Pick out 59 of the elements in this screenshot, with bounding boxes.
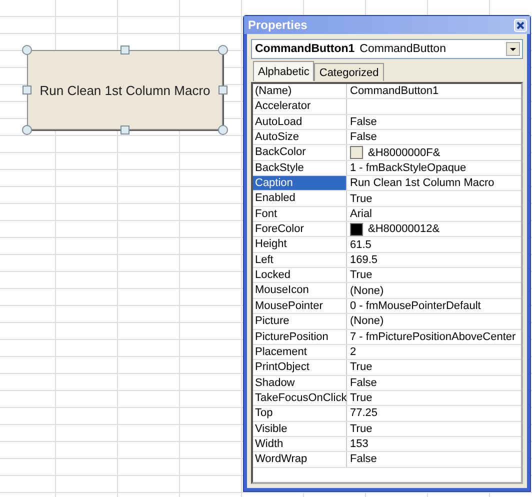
property-name[interactable]: PicturePosition xyxy=(253,330,347,344)
selection-handles-drawing[interactable] xyxy=(21,44,229,136)
property-value[interactable]: False xyxy=(350,130,377,144)
property-value[interactable]: 77.25 xyxy=(350,406,378,420)
property-value[interactable]: True xyxy=(350,391,372,406)
property-value[interactable]: True xyxy=(350,360,372,374)
property-name[interactable]: Font xyxy=(253,206,347,222)
property-name[interactable]: Picture xyxy=(253,314,347,328)
tab[interactable]: Alphabetic xyxy=(253,61,314,81)
property-value[interactable]: 2 xyxy=(350,345,356,360)
property-name[interactable]: (Name) xyxy=(253,84,347,98)
property-name[interactable]: TakeFocusOnClick xyxy=(253,390,347,406)
property-value[interactable]: 153 xyxy=(350,437,368,452)
property-name[interactable]: Left xyxy=(253,252,347,268)
property-value[interactable]: False xyxy=(350,452,377,466)
tab[interactable]: Categorized xyxy=(314,63,384,81)
property-name[interactable]: Caption xyxy=(253,176,347,190)
property-value[interactable]: CommandButton1 xyxy=(350,84,439,98)
property-value[interactable]: 7 - fmPicturePositionAboveCenter xyxy=(350,330,516,344)
property-name[interactable]: BackStyle xyxy=(253,160,347,176)
property-name[interactable]: Height xyxy=(253,237,347,252)
property-value[interactable]: (None) xyxy=(350,314,384,328)
property-name[interactable]: MousePointer xyxy=(253,298,347,314)
property-name[interactable]: PrintObject xyxy=(253,360,347,375)
property-value[interactable]: 61.5 xyxy=(350,238,372,252)
object-name: CommandButton1 xyxy=(255,43,355,55)
property-value[interactable]: False xyxy=(350,114,377,129)
property-name[interactable]: BackColor xyxy=(253,145,347,160)
property-name[interactable]: Enabled xyxy=(253,191,347,206)
property-name[interactable]: Width xyxy=(253,436,347,452)
object-dropdown[interactable]: CommandButton1 CommandButton xyxy=(251,39,523,59)
property-name[interactable]: MouseIcon xyxy=(253,283,347,298)
property-value[interactable]: 1 - fmBackStyleOpaque xyxy=(350,160,466,175)
property-value[interactable]: True xyxy=(350,422,372,436)
property-name[interactable]: ForeColor xyxy=(253,222,347,236)
command-button[interactable]: Run Clean 1st Column Macro xyxy=(27,50,223,130)
property-value[interactable]: (None) xyxy=(350,284,384,298)
property-value[interactable]: &H8000000F& xyxy=(368,146,440,160)
property-value[interactable]: Run Clean 1st Column Macro xyxy=(350,176,494,190)
property-name[interactable]: WordWrap xyxy=(253,452,347,467)
caret-icon[interactable] xyxy=(506,42,520,56)
property-value[interactable]: True xyxy=(350,192,372,206)
property-value[interactable]: 169.5 xyxy=(350,252,378,267)
property-name[interactable]: AutoLoad xyxy=(253,114,347,130)
window-title: Properties xyxy=(248,18,308,32)
property-value[interactable]: False xyxy=(350,376,377,390)
property-name[interactable]: Locked xyxy=(253,268,347,282)
property-name[interactable]: Shadow xyxy=(253,376,347,390)
object-type: CommandButton xyxy=(360,43,446,55)
property-name[interactable]: Accelerator xyxy=(253,99,347,114)
close-icon[interactable] xyxy=(514,18,527,32)
property-name[interactable]: Visible xyxy=(253,422,347,436)
property-name[interactable]: Top xyxy=(253,406,347,421)
property-value[interactable]: True xyxy=(350,268,372,282)
property-value[interactable]: &H80000012& xyxy=(368,222,440,236)
property-name[interactable]: Placement xyxy=(253,344,347,360)
property-value[interactable]: Arial xyxy=(350,206,372,221)
property-value[interactable]: 0 - fmMousePointerDefault xyxy=(350,298,481,313)
property-name[interactable]: AutoSize xyxy=(253,130,347,144)
